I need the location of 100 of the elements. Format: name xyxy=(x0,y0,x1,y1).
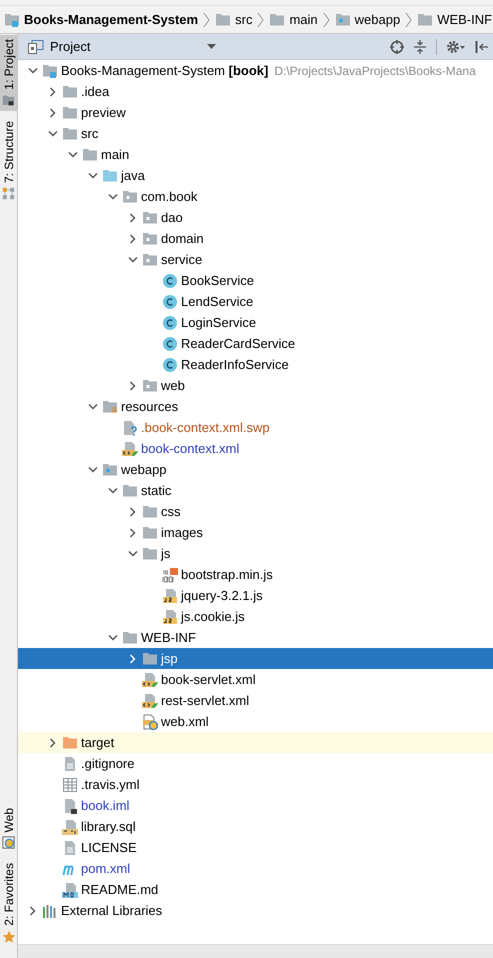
chevron-right-icon[interactable] xyxy=(130,506,136,516)
tool-window-tab[interactable]: 2: Favorites xyxy=(0,859,17,948)
tree-item[interactable]: preview xyxy=(18,102,493,123)
tree-item[interactable]: js.cookie.js xyxy=(18,606,493,627)
tree-item[interactable]: book-servlet.xml xyxy=(18,669,493,690)
settings-icon[interactable] xyxy=(446,40,466,54)
folder-icon xyxy=(82,146,98,162)
chevron-down-icon[interactable] xyxy=(128,550,138,556)
class-icon xyxy=(162,356,178,372)
chevron-down-icon[interactable] xyxy=(108,488,118,494)
module-folder-icon xyxy=(42,62,58,78)
chevron-right-icon[interactable] xyxy=(130,212,136,222)
dropdown-caret-icon xyxy=(207,44,216,49)
folder-icon xyxy=(102,168,118,184)
tree-item[interactable]: java xyxy=(18,165,493,186)
chevron-down-icon[interactable] xyxy=(88,466,98,472)
breadcrumb-item[interactable]: WEB-INF xyxy=(415,12,493,28)
scrollbar-track[interactable] xyxy=(18,944,493,958)
tree-item[interactable]: LendService xyxy=(18,291,493,312)
collapse-all-icon[interactable] xyxy=(413,40,427,54)
tree-item[interactable]: jquery-3.2.1.js xyxy=(18,585,493,606)
breadcrumb-item[interactable]: main xyxy=(267,12,320,28)
chevron-separator-icon xyxy=(405,10,412,28)
view-selector[interactable]: Project xyxy=(28,39,216,54)
tree-item[interactable]: jsp xyxy=(18,648,493,669)
tree-item[interactable]: ReaderCardService xyxy=(18,333,493,354)
chevron-down-icon[interactable] xyxy=(68,152,78,158)
chevron-down-icon[interactable] xyxy=(88,404,98,410)
tree-item[interactable]: target xyxy=(18,732,493,753)
tree-item[interactable]: service xyxy=(18,249,493,270)
web-xml-icon xyxy=(142,714,158,730)
window-icon xyxy=(28,40,44,54)
tree-item[interactable]: rest-servlet.xml xyxy=(18,690,493,711)
tree-item[interactable]: LICENSE xyxy=(18,837,493,858)
libraries-icon xyxy=(42,902,58,918)
package-icon xyxy=(142,230,158,246)
tree-item[interactable]: static xyxy=(18,480,493,501)
hide-panel-icon[interactable] xyxy=(475,40,489,54)
tree-item[interactable]: com.book xyxy=(18,186,493,207)
tree-item[interactable]: ReaderInfoService xyxy=(18,354,493,375)
chevron-right-icon[interactable] xyxy=(30,906,36,916)
tree-item[interactable]: dao xyxy=(18,207,493,228)
locate-icon[interactable] xyxy=(390,40,404,54)
xml-file-icon xyxy=(142,672,158,688)
tree-item[interactable]: .idea xyxy=(18,81,493,102)
tree-item[interactable]: images xyxy=(18,522,493,543)
text-file-icon xyxy=(62,840,78,856)
tool-window-tab[interactable]: Web xyxy=(0,804,17,854)
chevron-right-icon[interactable] xyxy=(130,380,136,390)
xml-file-icon xyxy=(122,440,138,456)
xml-file-icon xyxy=(142,692,158,708)
class-icon xyxy=(162,272,178,288)
folder-icon xyxy=(62,84,78,100)
tree-item[interactable]: book.iml xyxy=(18,795,493,816)
folder-icon xyxy=(122,482,138,498)
chevron-right-icon[interactable] xyxy=(50,108,56,118)
folder-icon xyxy=(102,398,118,414)
tree-item[interactable]: book-context.xml xyxy=(18,438,493,459)
tree-item[interactable]: domain xyxy=(18,228,493,249)
chevron-down-icon[interactable] xyxy=(28,68,38,74)
chevron-right-icon[interactable] xyxy=(50,86,56,96)
tree-item[interactable]: js xyxy=(18,543,493,564)
tree-item[interactable]: BookService xyxy=(18,270,493,291)
module-folder-icon xyxy=(4,12,20,28)
tree-item[interactable]: .travis.yml xyxy=(18,774,493,795)
tree-item[interactable]: External Libraries xyxy=(18,900,493,921)
tree-item[interactable]: README.md xyxy=(18,879,493,900)
chevron-right-icon[interactable] xyxy=(130,528,136,538)
tree-item[interactable]: library.sql xyxy=(18,816,493,837)
tree-item[interactable]: resources xyxy=(18,396,493,417)
breadcrumb-item[interactable]: src xyxy=(213,12,254,28)
tree-item[interactable]: webapp xyxy=(18,459,493,480)
tree-item[interactable]: LoginService xyxy=(18,312,493,333)
chevron-right-icon[interactable] xyxy=(130,234,136,244)
chevron-right-icon[interactable] xyxy=(50,738,56,748)
tree-item[interactable]: src xyxy=(18,123,493,144)
breadcrumb-item[interactable]: Books-Management-System xyxy=(2,12,200,28)
breadcrumb-item[interactable]: webapp xyxy=(332,12,402,28)
tree-item[interactable]: pom.xml xyxy=(18,858,493,879)
tree-item[interactable]: WEB-INF xyxy=(18,627,493,648)
folder-icon xyxy=(102,462,118,478)
script-file-icon xyxy=(162,588,178,604)
tree-item[interactable]: css xyxy=(18,501,493,522)
tool-window-tab[interactable]: 7: Structure xyxy=(0,116,17,204)
folder-icon xyxy=(269,12,286,28)
chevron-down-icon[interactable] xyxy=(108,634,118,640)
tree-item[interactable]: bootstrap.min.js xyxy=(18,564,493,585)
tree-item[interactable]: .book-context.xml.swp xyxy=(18,417,493,438)
chevron-down-icon[interactable] xyxy=(88,172,98,178)
tree-item[interactable]: web xyxy=(18,375,493,396)
tree-item[interactable]: Books-Management-System [book] D:\Projects\JavaProjects\Books-Mana xyxy=(18,60,493,81)
chevron-down-icon[interactable] xyxy=(128,256,138,262)
chevron-down-icon[interactable] xyxy=(108,194,118,200)
tool-window-tab[interactable]: 1: Project xyxy=(0,35,17,111)
folder-icon xyxy=(142,650,158,666)
tree-item[interactable]: web.xml xyxy=(18,711,493,732)
tree-item[interactable]: main xyxy=(18,144,493,165)
tree-item[interactable]: .gitignore xyxy=(18,753,493,774)
folder-icon xyxy=(62,126,78,142)
chevron-down-icon[interactable] xyxy=(48,130,58,136)
